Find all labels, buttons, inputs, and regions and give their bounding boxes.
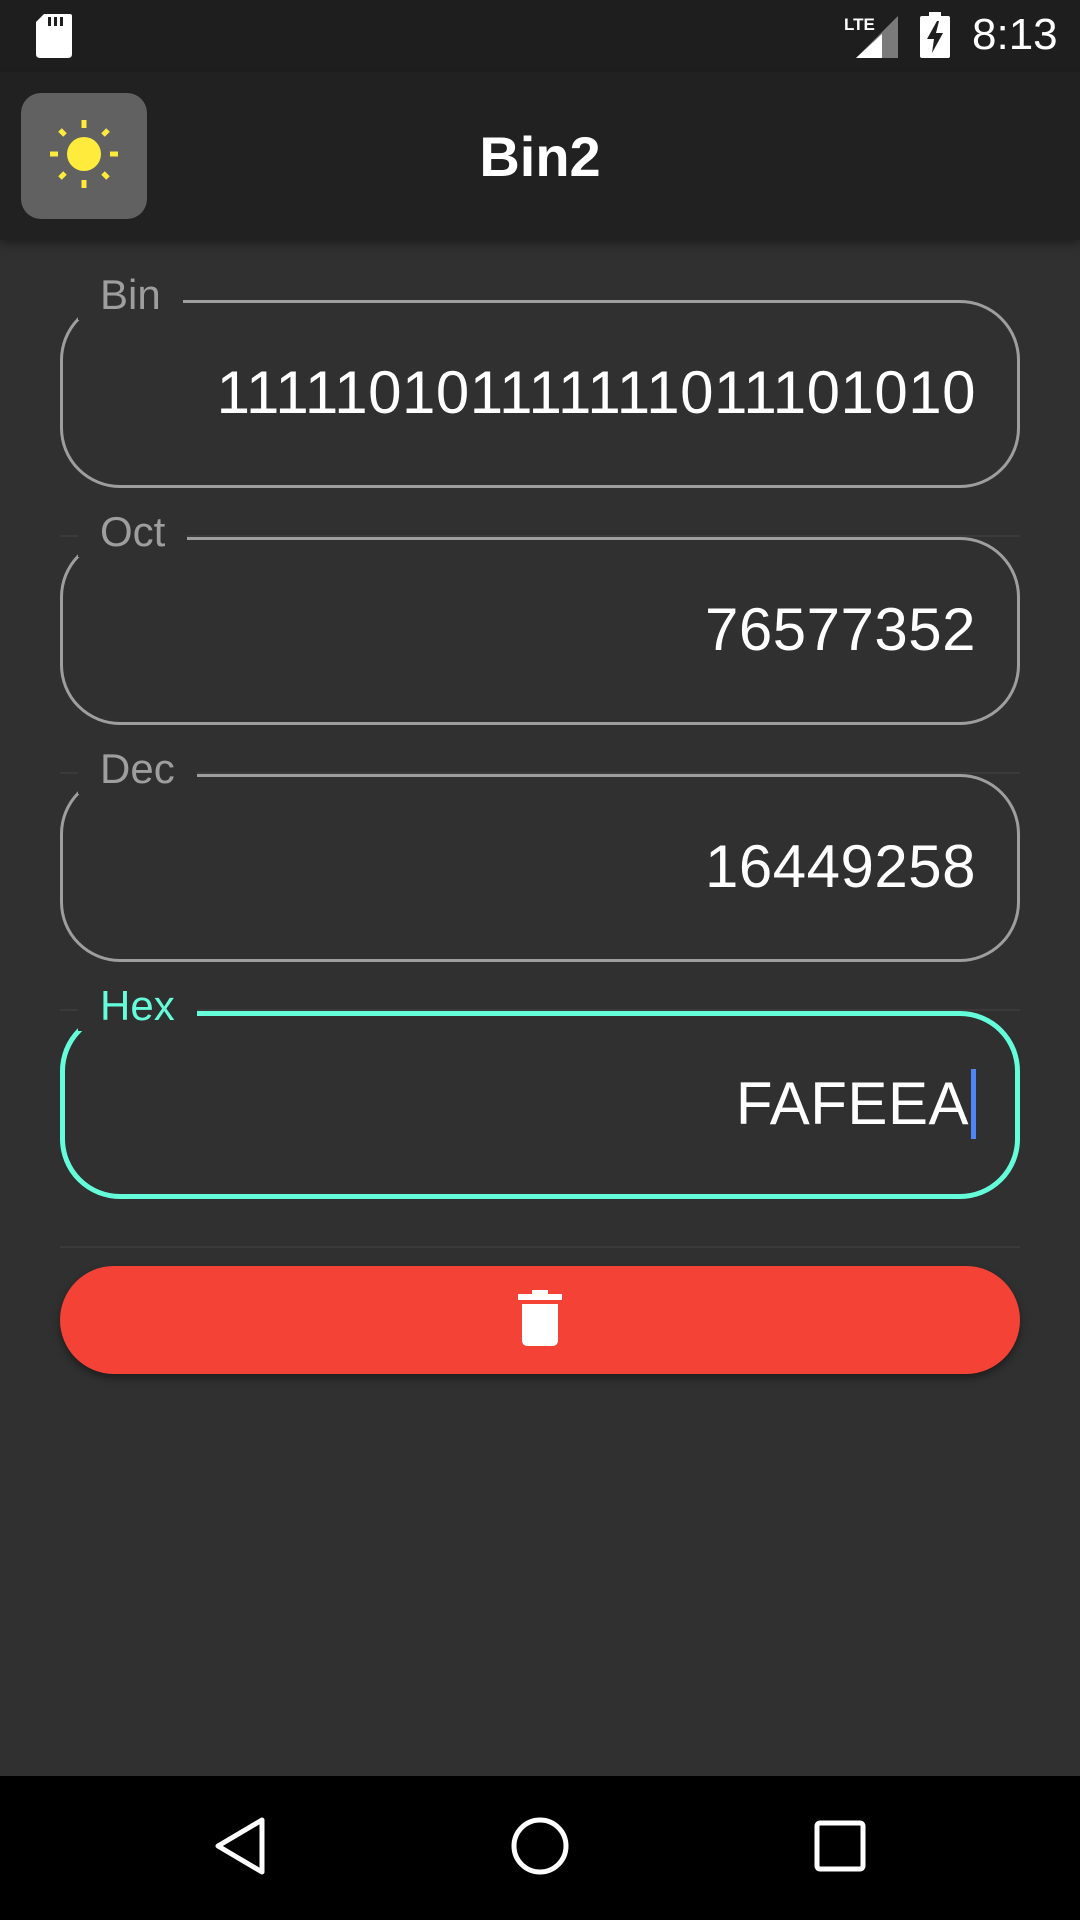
status-bar: LTE 8:13	[0, 0, 1080, 72]
clear-button[interactable]	[60, 1266, 1020, 1374]
hex-field-value[interactable]: FAFEEA	[736, 1070, 969, 1137]
back-button[interactable]	[204, 1812, 276, 1884]
navigation-bar	[0, 1776, 1080, 1920]
app-bar: Bin2	[0, 72, 1080, 240]
hex-field[interactable]: Hex FAFEEA	[60, 981, 1020, 1199]
back-icon	[210, 1814, 270, 1882]
app-screen: LTE 8:13 Bin2 Bin 1111101011111110111010…	[0, 0, 1080, 1920]
oct-field-value[interactable]: 76577352	[705, 595, 976, 664]
hex-field-label: Hex	[100, 982, 175, 1029]
trash-icon	[518, 1290, 562, 1350]
oct-field-label: Oct	[100, 508, 166, 555]
oct-field-row: Oct 76577352	[60, 507, 1020, 774]
home-button[interactable]	[504, 1812, 576, 1884]
divider	[60, 1246, 1020, 1248]
bin-field-value[interactable]: 111110101111111011101010	[217, 358, 976, 427]
recents-icon	[810, 1816, 870, 1880]
lte-signal-icon: LTE	[842, 14, 900, 62]
svg-text:LTE: LTE	[844, 15, 875, 34]
battery-charging-icon	[920, 12, 950, 62]
sd-card-icon	[36, 14, 72, 62]
bin-field[interactable]: Bin 111110101111111011101010	[60, 270, 1020, 488]
home-icon	[508, 1814, 572, 1882]
oct-field[interactable]: Oct 76577352	[60, 507, 1020, 725]
recents-button[interactable]	[804, 1812, 876, 1884]
hex-field-row: Hex FAFEEA	[60, 981, 1020, 1248]
bin-field-label: Bin	[100, 271, 161, 318]
status-clock: 8:13	[972, 10, 1058, 59]
dec-field-row: Dec 16449258	[60, 744, 1020, 1011]
bin-field-row: Bin 111110101111111011101010	[60, 270, 1020, 537]
text-cursor	[971, 1069, 976, 1140]
dec-field[interactable]: Dec 16449258	[60, 744, 1020, 962]
dec-field-label: Dec	[100, 745, 175, 792]
dec-field-value[interactable]: 16449258	[705, 832, 976, 901]
hex-field-value-wrap[interactable]: FAFEEA	[736, 1069, 976, 1140]
app-title: Bin2	[479, 125, 601, 188]
